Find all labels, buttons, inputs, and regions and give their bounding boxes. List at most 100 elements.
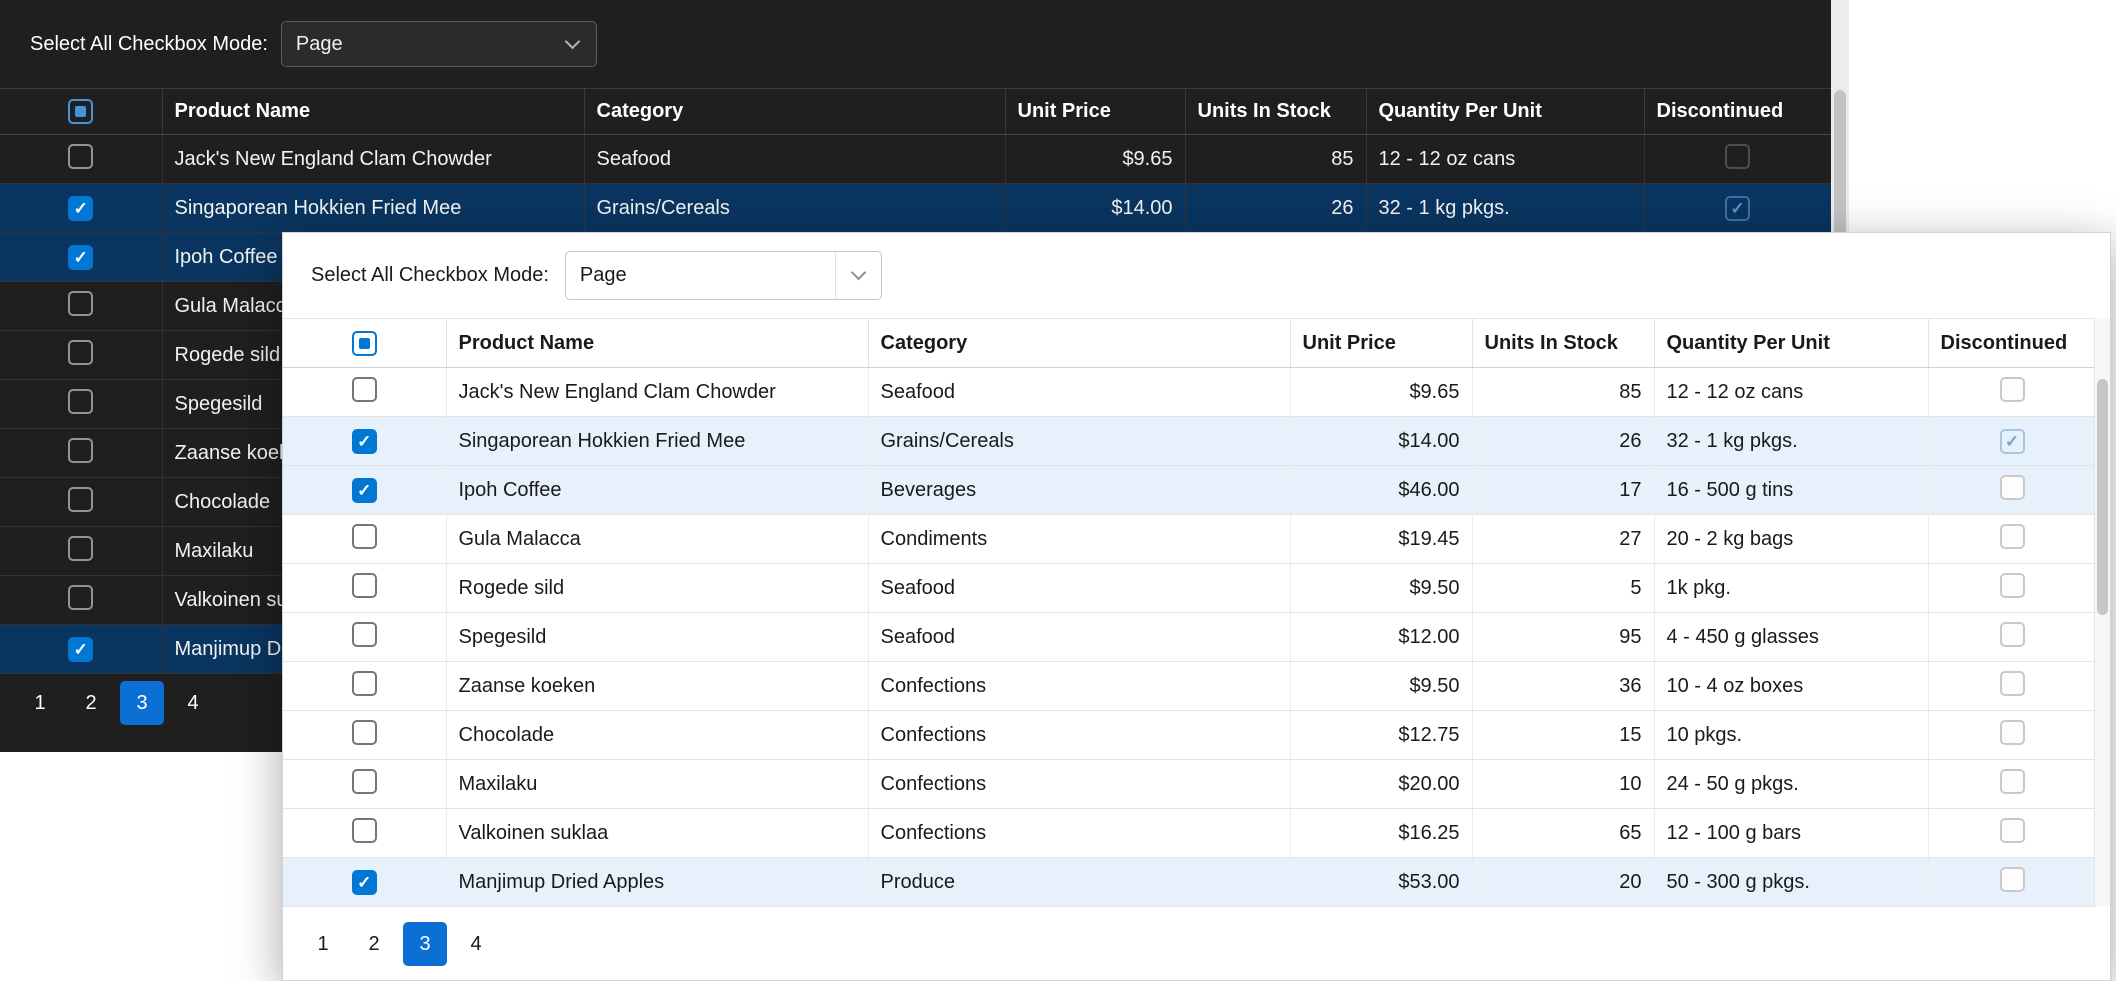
- cell-category: Seafood: [584, 134, 1006, 184]
- cell-category: Confections: [868, 808, 1291, 858]
- chevron-down-icon: [850, 264, 867, 281]
- cell-quantity-per-unit: 4 - 450 g glasses: [1654, 612, 1929, 662]
- table-row[interactable]: Jack's New England Clam Chowder Seafood $9…: [0, 134, 1832, 184]
- row-select-cell: ✓: [0, 624, 163, 674]
- cell-product-name: Ipoh Coffee: [446, 465, 869, 515]
- row-checkbox[interactable]: ✓: [68, 636, 94, 662]
- dropdown-chevron-button[interactable]: [834, 252, 881, 299]
- cell-discontinued: ✓: [1644, 183, 1832, 233]
- cell-unit-price: $20.00: [1290, 759, 1473, 809]
- row-checkbox[interactable]: ✓: [68, 244, 94, 270]
- row-checkbox[interactable]: [68, 388, 94, 414]
- row-checkbox[interactable]: [351, 817, 377, 843]
- cell-product-name: Spegesild: [446, 612, 869, 662]
- column-header-unit-price[interactable]: Unit Price: [1290, 318, 1473, 368]
- row-checkbox[interactable]: [351, 523, 377, 549]
- select-all-checkbox[interactable]: [351, 330, 377, 356]
- cell-quantity-per-unit: 10 - 4 oz boxes: [1654, 661, 1929, 711]
- row-select-cell: ✓: [283, 857, 447, 907]
- header-row: Product Name Category Unit Price Units In S…: [283, 318, 2097, 368]
- cell-category: Confections: [868, 710, 1291, 760]
- row-checkbox[interactable]: [68, 339, 94, 365]
- table-row[interactable]: ChocoladeConfections$12.751510 pkgs.: [283, 710, 2097, 760]
- row-checkbox[interactable]: [351, 572, 377, 598]
- table-row[interactable]: Zaanse koekenConfections$9.503610 - 4 oz…: [283, 661, 2097, 711]
- column-header-discontinued[interactable]: Discontinued: [1928, 318, 2097, 368]
- row-checkbox[interactable]: [68, 486, 94, 512]
- row-checkbox[interactable]: [351, 670, 377, 696]
- column-header-category[interactable]: Category: [584, 88, 1006, 135]
- cell-unit-price: $16.25: [1290, 808, 1473, 858]
- foreground-grid-window-light: Select All Checkbox Mode: Page Product N…: [282, 232, 2111, 981]
- table-row[interactable]: ✓ Singaporean Hokkien Fried Mee Grains/Cer…: [283, 416, 2097, 466]
- table-row[interactable]: SpegesildSeafood$12.00954 - 450 g glasse…: [283, 612, 2097, 662]
- dropdown-chevron-button[interactable]: [550, 22, 596, 66]
- row-select-cell: [283, 661, 447, 711]
- cell-quantity-per-unit: 20 - 2 kg bags: [1654, 514, 1929, 564]
- column-header-discontinued[interactable]: Discontinued: [1644, 88, 1832, 135]
- row-checkbox[interactable]: ✓: [351, 869, 377, 895]
- row-checkbox[interactable]: [68, 535, 94, 561]
- cell-discontinued: [1928, 661, 2097, 711]
- table-row[interactable]: ✓ Manjimup Dried ApplesProduce$53.002050 …: [283, 857, 2097, 907]
- table-row[interactable]: Valkoinen suklaaConfections$16.256512 - …: [283, 808, 2097, 858]
- cell-units-in-stock: 10: [1472, 759, 1655, 809]
- column-header-units-in-stock[interactable]: Units In Stock: [1472, 318, 1655, 368]
- row-select-cell: ✓: [0, 183, 163, 233]
- discontinued-checkbox: [1999, 572, 2025, 598]
- cell-category: Produce: [868, 857, 1291, 907]
- select-all-mode-dropdown[interactable]: Page: [280, 21, 597, 67]
- row-select-cell: [283, 514, 447, 564]
- cell-discontinued: ✓: [1928, 416, 2097, 466]
- pager-page-4[interactable]: 4: [171, 681, 215, 725]
- pager-page-3[interactable]: 3: [403, 922, 447, 966]
- table-row[interactable]: MaxilakuConfections$20.001024 - 50 g pkg…: [283, 759, 2097, 809]
- row-checkbox[interactable]: [351, 719, 377, 745]
- column-header-quantity-per-unit[interactable]: Quantity Per Unit: [1366, 88, 1645, 135]
- cell-unit-price: $9.50: [1290, 563, 1473, 613]
- row-checkbox[interactable]: ✓: [351, 477, 377, 503]
- cell-quantity-per-unit: 24 - 50 g pkgs.: [1654, 759, 1929, 809]
- products-table: Product Name Category Unit Price Units In S…: [283, 318, 2097, 907]
- row-checkbox[interactable]: [68, 584, 94, 610]
- table-row[interactable]: ✓ Singaporean Hokkien Fried Mee Grains/Cer…: [0, 183, 1832, 233]
- discontinued-checkbox: ✓: [1725, 195, 1750, 221]
- column-header-category[interactable]: Category: [868, 318, 1291, 368]
- select-all-checkbox[interactable]: [68, 99, 94, 124]
- pager-page-1[interactable]: 1: [18, 681, 62, 725]
- select-all-mode-dropdown[interactable]: Page: [564, 251, 882, 300]
- row-checkbox[interactable]: [351, 621, 377, 647]
- discontinued-checkbox: [1999, 719, 2025, 745]
- row-checkbox[interactable]: [351, 376, 377, 402]
- column-header-quantity-per-unit[interactable]: Quantity Per Unit: [1654, 318, 1929, 368]
- row-checkbox[interactable]: [68, 437, 94, 463]
- pager-page-4[interactable]: 4: [454, 922, 498, 966]
- row-select-cell: ✓: [0, 232, 163, 282]
- row-checkbox[interactable]: [68, 143, 94, 169]
- pager-page-3[interactable]: 3: [120, 681, 164, 725]
- row-checkbox[interactable]: [351, 768, 377, 794]
- cell-product-name: Maxilaku: [446, 759, 869, 809]
- scrollbar-thumb[interactable]: [2097, 379, 2108, 615]
- discontinued-checkbox: [1999, 523, 2025, 549]
- column-header-product-name[interactable]: Product Name: [446, 318, 869, 368]
- table-row[interactable]: Jack's New England Clam Chowder Seafood $9…: [283, 367, 2097, 417]
- column-header-unit-price[interactable]: Unit Price: [1005, 88, 1186, 135]
- cell-unit-price: $19.45: [1290, 514, 1473, 564]
- pager-page-1[interactable]: 1: [301, 922, 345, 966]
- row-checkbox[interactable]: ✓: [351, 428, 377, 454]
- table-row[interactable]: ✓ Ipoh CoffeeBeverages$46.001716 - 500 g …: [283, 465, 2097, 515]
- pager-page-2[interactable]: 2: [69, 681, 113, 725]
- table-row[interactable]: Gula MalaccaCondiments$19.452720 - 2 kg …: [283, 514, 2097, 564]
- cell-category: Seafood: [868, 367, 1291, 417]
- row-checkbox[interactable]: [68, 290, 94, 316]
- vertical-scrollbar[interactable]: [2094, 318, 2110, 906]
- row-checkbox[interactable]: ✓: [68, 195, 94, 221]
- cell-unit-price: $9.50: [1290, 661, 1473, 711]
- column-header-product-name[interactable]: Product Name: [162, 88, 585, 135]
- column-header-units-in-stock[interactable]: Units In Stock: [1185, 88, 1367, 135]
- pager: 1234: [283, 922, 498, 966]
- cell-units-in-stock: 85: [1185, 134, 1367, 184]
- pager-page-2[interactable]: 2: [352, 922, 396, 966]
- table-row[interactable]: Rogede sildSeafood$9.5051k pkg.: [283, 563, 2097, 613]
